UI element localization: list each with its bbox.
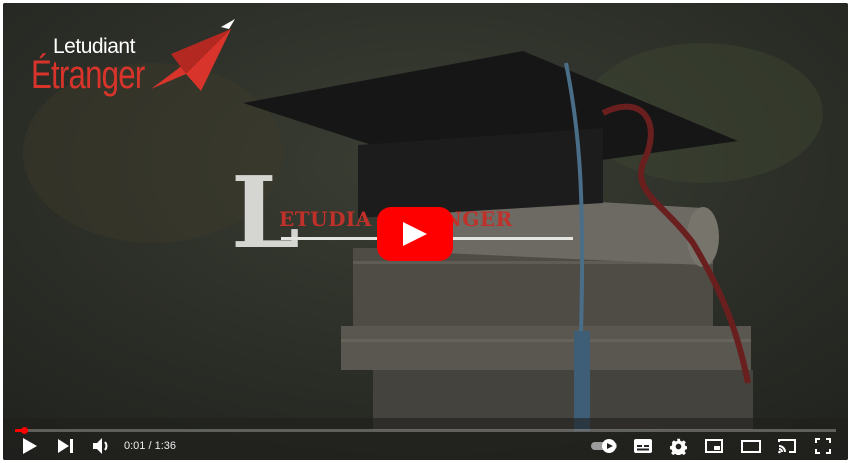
miniplayer-button[interactable]: [702, 436, 726, 456]
cast-button[interactable]: [775, 436, 799, 456]
video-player[interactable]: Letudiant Étranger L ETUDIA ÉTRANGER 0:0…: [3, 3, 848, 460]
theater-button[interactable]: [738, 436, 764, 456]
time-display: 0:01 / 1:36: [124, 440, 176, 452]
next-icon: [58, 439, 73, 453]
cast-icon: [778, 439, 796, 454]
time-current: 0:01: [124, 440, 146, 452]
fullscreen-icon: [815, 438, 831, 454]
autoplay-toggle-icon: [591, 439, 617, 453]
time-separator: /: [145, 440, 155, 452]
theater-icon: [741, 439, 761, 453]
subtitles-button[interactable]: [632, 436, 654, 456]
volume-button[interactable]: [90, 436, 114, 456]
volume-icon: [93, 438, 108, 454]
fullscreen-button[interactable]: [811, 436, 835, 456]
play-icon: [23, 438, 37, 454]
next-button[interactable]: [55, 436, 77, 456]
play-icon: [403, 222, 427, 246]
control-bar: 0:01 / 1:36: [3, 432, 848, 460]
settings-button[interactable]: [667, 436, 689, 456]
channel-logo: Letudiant Étranger: [31, 19, 241, 113]
large-play-button[interactable]: [377, 207, 453, 261]
gear-icon: [669, 438, 687, 455]
autoplay-toggle[interactable]: [590, 436, 622, 456]
play-button[interactable]: [19, 436, 41, 456]
subtitles-icon: [634, 439, 652, 453]
miniplayer-icon: [705, 439, 723, 453]
logo-text-line2: Étranger: [31, 53, 145, 97]
time-total: 1:36: [154, 440, 177, 452]
paper-plane-icon: [151, 19, 235, 91]
